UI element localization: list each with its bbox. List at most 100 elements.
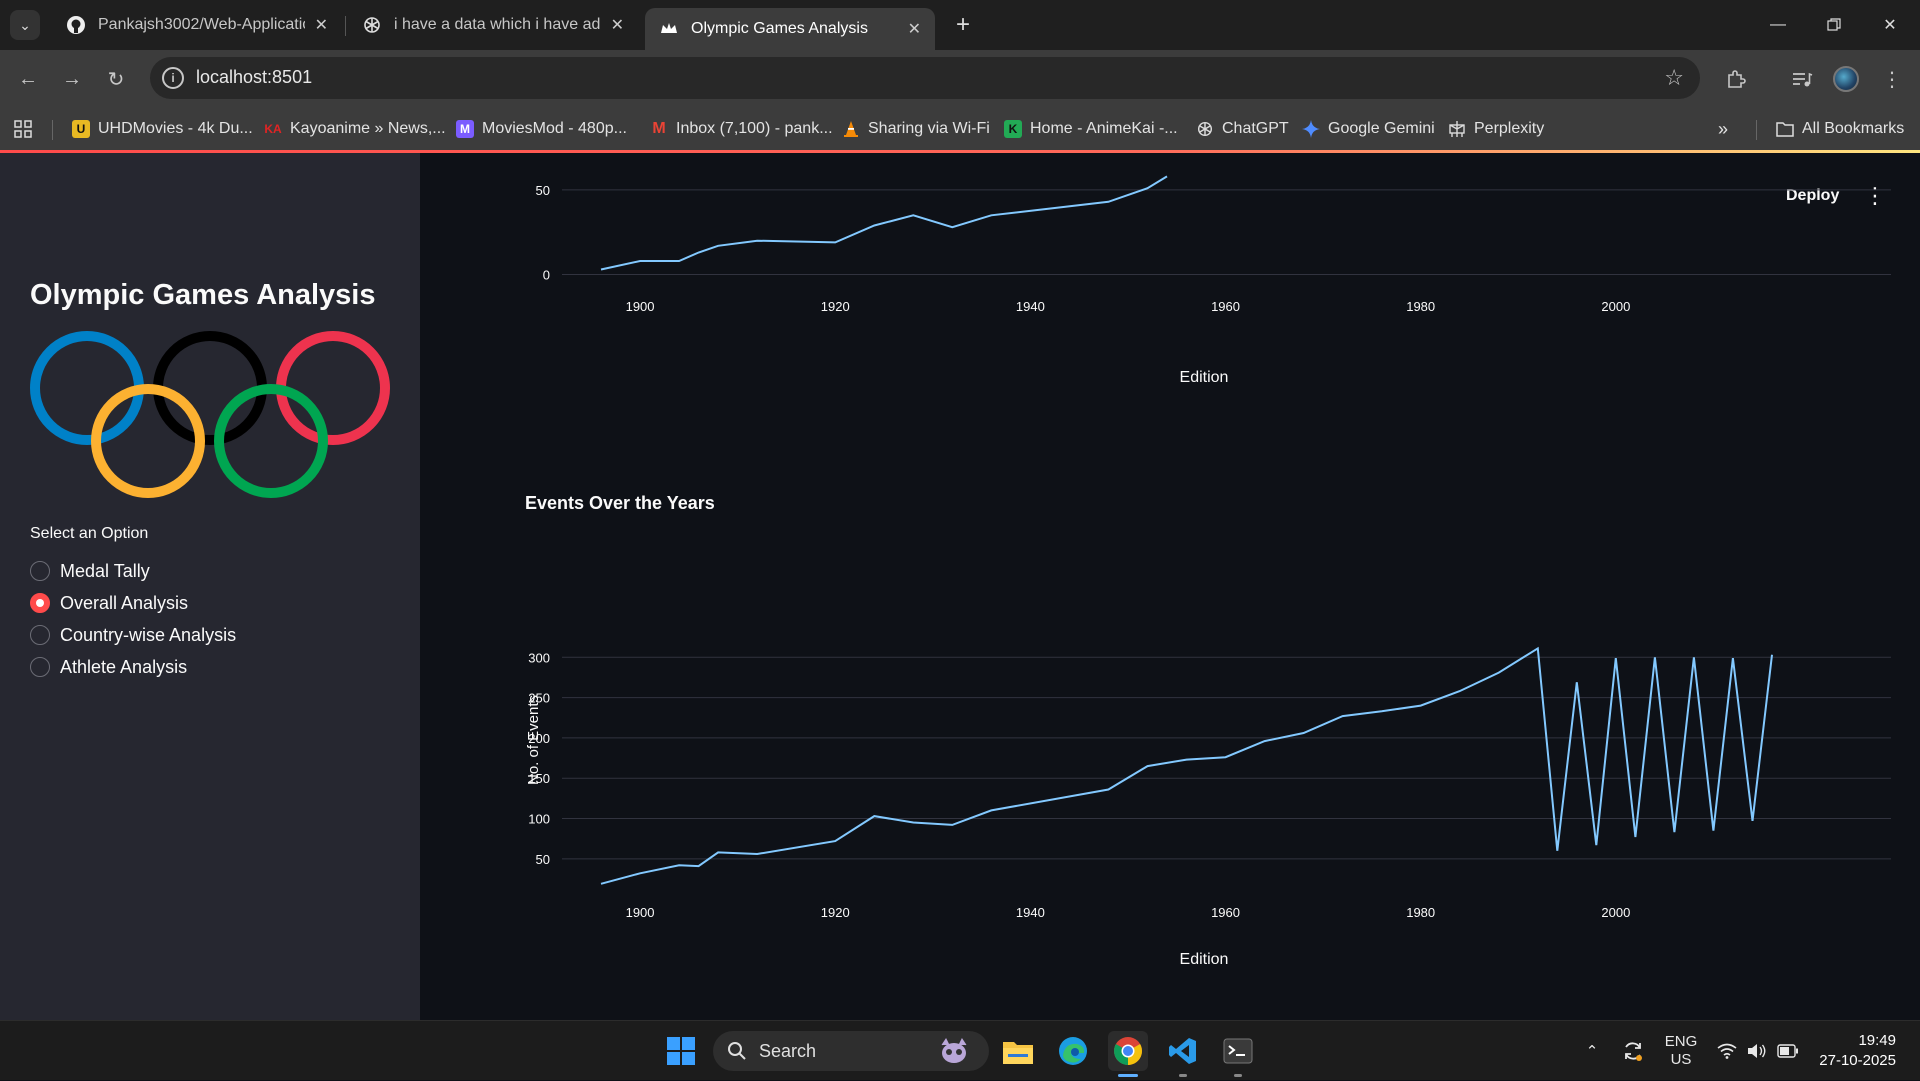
radio-overall-analysis[interactable]: Overall Analysis — [30, 591, 188, 615]
tab-title: Pankajsh3002/Web-Application — [98, 16, 305, 33]
chrome-browser-icon[interactable] — [1108, 1031, 1148, 1077]
new-tab-plus-icon[interactable]: + — [948, 10, 978, 40]
media-controls-icon[interactable] — [1786, 63, 1818, 95]
radio-group-label: Select an Option — [30, 525, 149, 542]
perplexity-icon — [1448, 120, 1466, 138]
y-gridlines — [562, 189, 1891, 276]
url-text[interactable]: localhost:8501 — [196, 67, 312, 88]
tab-chatgpt[interactable]: i have a data which i have adde ✕ — [348, 8, 638, 42]
bookmark-google-gemini[interactable]: Google Gemini — [1302, 118, 1435, 140]
y-axis-label: No. of Events — [525, 695, 542, 785]
bookmark-sharing-wifi[interactable]: Sharing via Wi-Fi — [842, 118, 990, 140]
active-app-indicator — [1118, 1074, 1138, 1077]
windows-start-icon[interactable] — [661, 1031, 701, 1071]
volume-icon[interactable] — [1744, 1021, 1770, 1081]
tab-github[interactable]: Pankajsh3002/Web-Application ✕ — [52, 8, 342, 42]
bookmark-gmail-inbox[interactable]: M Inbox (7,100) - pank... — [650, 118, 833, 140]
restore-icon[interactable] — [1806, 0, 1862, 50]
events-chart: 50100150200250300 1900 1920 1940 1960 1980 20… — [525, 646, 1891, 968]
bookmark-label: ChatGPT — [1222, 120, 1289, 137]
x-tick-label: 1900 — [626, 299, 655, 314]
y-tick-label: 50 — [536, 852, 550, 867]
radio-circle[interactable] — [30, 657, 50, 677]
tab-search-chevron-icon[interactable]: ⌄ — [10, 10, 40, 40]
streamlit-crown-icon — [659, 19, 679, 39]
bookmark-perplexity[interactable]: Perplexity — [1448, 118, 1544, 140]
profile-avatar[interactable] — [1830, 63, 1862, 95]
language-code: ENG — [1664, 1033, 1698, 1050]
close-icon[interactable]: ✕ — [908, 19, 921, 39]
tab-olympic-games-analysis[interactable]: Olympic Games Analysis ✕ — [645, 8, 935, 50]
gmail-icon: M — [652, 120, 666, 137]
address-bar[interactable]: i localhost:8501 ☆ — [150, 57, 1700, 99]
openai-icon — [1196, 120, 1214, 138]
reload-icon[interactable]: ↻ — [100, 63, 132, 95]
bookmark-uhdmovies[interactable]: U UHDMovies - 4k Du... — [72, 118, 253, 140]
series-line — [600, 646, 1773, 885]
x-tick-label: 1940 — [1016, 905, 1045, 920]
bookmark-label: Kayoanime » News,... — [290, 120, 446, 137]
y-tick-label: 300 — [528, 650, 550, 665]
all-bookmarks-button[interactable]: All Bookmarks — [1776, 118, 1904, 140]
bookmark-animekai[interactable]: K Home - AnimeKai -... — [1004, 118, 1178, 140]
site-info-icon[interactable]: i — [162, 67, 184, 89]
minimize-icon[interactable]: — — [1750, 0, 1806, 50]
file-explorer-icon[interactable] — [998, 1031, 1038, 1071]
x-axis-label: Edition — [1180, 369, 1229, 386]
edge-browser-icon[interactable] — [1053, 1031, 1093, 1071]
battery-icon[interactable] — [1774, 1021, 1802, 1081]
x-tick-label: 1980 — [1406, 299, 1435, 314]
bookmarks-bar: U UHDMovies - 4k Du... KA Kayoanime » Ne… — [0, 108, 1920, 150]
ring-yellow — [91, 384, 205, 498]
back-arrow-icon[interactable]: ← — [12, 63, 44, 95]
bookmark-chatgpt[interactable]: ChatGPT — [1196, 118, 1289, 140]
y-tick-label: 100 — [528, 812, 550, 827]
bookmark-label: Home - AnimeKai -... — [1030, 120, 1178, 137]
ring-black — [153, 331, 267, 445]
radio-circle[interactable] — [30, 625, 50, 645]
radio-country-wise-analysis[interactable]: Country-wise Analysis — [30, 623, 236, 647]
bookmark-star-icon[interactable]: ☆ — [1664, 65, 1684, 91]
wifi-icon[interactable] — [1714, 1021, 1740, 1081]
browser-menu-icon[interactable]: ⋮ — [1876, 63, 1908, 95]
radio-medal-tally[interactable]: Medal Tally — [30, 559, 150, 583]
tab-divider — [345, 16, 346, 36]
olympic-rings-logo — [30, 331, 390, 498]
language-indicator[interactable]: ENG US — [1660, 1021, 1702, 1081]
radio-circle-selected[interactable] — [30, 593, 50, 613]
radio-athlete-analysis[interactable]: Athlete Analysis — [30, 655, 187, 679]
uhd-icon: U — [72, 120, 90, 138]
radio-option-label: Medal Tally — [60, 560, 150, 581]
bookmark-moviesmod[interactable]: M MoviesMod - 480p... — [456, 118, 627, 140]
running-app-indicator — [1234, 1074, 1242, 1077]
apps-grid-icon[interactable] — [14, 118, 32, 140]
forward-arrow-icon[interactable]: → — [56, 63, 88, 95]
x-tick-label: 1980 — [1406, 905, 1435, 920]
x-tick-labels: 1900 1920 1940 1960 1980 2000 — [626, 905, 1631, 920]
show-hidden-icons-chevron-icon[interactable]: ⌃ — [1578, 1021, 1606, 1081]
window-close-icon[interactable]: ✕ — [1862, 0, 1918, 50]
bookmark-label: Inbox (7,100) - pank... — [676, 120, 833, 137]
bookmark-label: MoviesMod - 480p... — [482, 120, 627, 137]
bookmark-divider — [52, 120, 53, 140]
sync-icon[interactable] — [1618, 1021, 1648, 1081]
bookmark-kayoanime[interactable]: KA Kayoanime » News,... — [264, 118, 446, 140]
close-icon[interactable]: ✕ — [611, 15, 624, 35]
nations-chart: 0 50 1900 1920 1940 1960 1980 2000 Edition — [536, 175, 1891, 386]
system-clock[interactable]: 19:49 27-10-2025 — [1819, 1031, 1896, 1071]
close-icon[interactable]: ✕ — [315, 15, 328, 35]
x-tick-label: 2000 — [1601, 905, 1630, 920]
region-code: US — [1670, 1051, 1692, 1068]
bookmark-divider — [1756, 120, 1757, 140]
bookmark-label: Perplexity — [1474, 120, 1545, 137]
terminal-icon[interactable] — [1218, 1031, 1258, 1077]
x-tick-label: 1960 — [1211, 905, 1240, 920]
taskbar-search[interactable]: Search — [713, 1031, 989, 1071]
extensions-puzzle-icon[interactable] — [1720, 63, 1752, 95]
browser-tab-bar: ⌄ Pankajsh3002/Web-Application ✕ i have … — [0, 0, 1920, 50]
more-bookmarks-chevron-icon[interactable]: » — [1718, 118, 1728, 140]
x-tick-label: 1920 — [821, 299, 850, 314]
search-highlight-icon — [937, 1037, 971, 1070]
radio-circle[interactable] — [30, 561, 50, 581]
vscode-icon[interactable] — [1163, 1031, 1203, 1077]
